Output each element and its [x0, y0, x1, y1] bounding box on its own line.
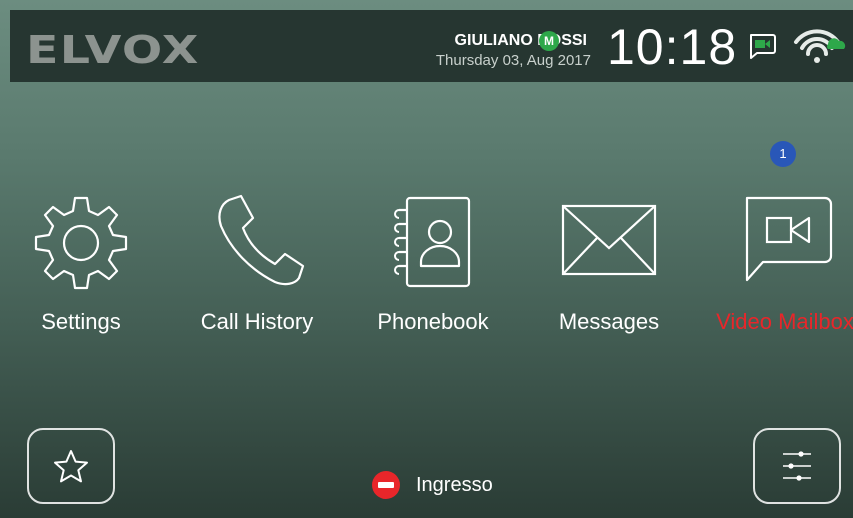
envelope-icon — [561, 204, 657, 276]
sliders-icon — [783, 451, 811, 481]
video-chat-icon — [745, 196, 833, 282]
settings-tile[interactable]: Settings — [6, 190, 156, 370]
user-status-badge: M — [539, 31, 559, 51]
clock: 10:18 — [607, 19, 738, 75]
home-screen: ELVOX GIULIANO ROSSI Thursday 03, Aug 20… — [0, 0, 853, 518]
phonebook-tile[interactable]: Phonebook — [358, 190, 508, 370]
current-date: Thursday 03, Aug 2017 — [435, 52, 591, 69]
call-history-tile[interactable]: Call History — [182, 190, 332, 370]
user-name: GIULIANO ROSSI — [454, 32, 587, 49]
video-message-icon[interactable] — [748, 32, 778, 65]
entrance-label: Ingresso — [416, 474, 493, 496]
gear-icon — [34, 196, 128, 290]
phonebook-icon — [394, 196, 471, 288]
messages-tile[interactable]: Messages — [534, 190, 684, 370]
no-entry-icon — [372, 471, 400, 499]
wifi-cloud-icon[interactable] — [790, 28, 846, 71]
messages-label: Messages — [558, 309, 660, 334]
elvox-logo: ELVOX — [26, 28, 200, 72]
video-mailbox-label: Video Mailbox — [716, 309, 853, 334]
call-history-label: Call History — [200, 309, 314, 334]
video-mailbox-tile[interactable]: Video Mailbox — [710, 190, 853, 370]
top-bar: ELVOX GIULIANO ROSSI Thursday 03, Aug 20… — [10, 10, 853, 82]
favorites-button[interactable] — [27, 428, 115, 504]
settings-label: Settings — [41, 309, 121, 334]
phone-icon — [218, 194, 305, 286]
video-mailbox-badge: 1 — [770, 141, 796, 167]
entrance-status[interactable]: Ingresso — [371, 470, 493, 500]
sliders-button[interactable] — [753, 428, 841, 504]
star-icon — [54, 450, 88, 483]
phonebook-label: Phonebook — [377, 309, 489, 334]
